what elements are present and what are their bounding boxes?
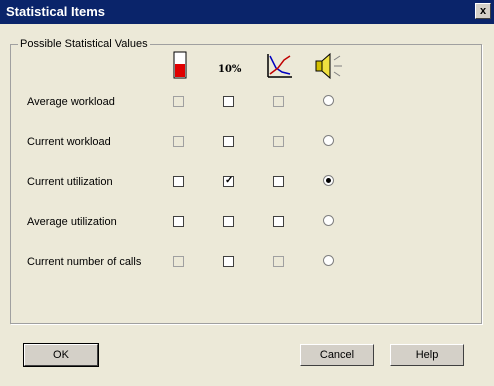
checkbox-percent[interactable] <box>223 96 234 107</box>
speaker-icon <box>312 50 346 82</box>
close-button[interactable]: x <box>475 3 491 19</box>
checkbox-percent[interactable] <box>223 256 234 267</box>
percent-icon: 10% <box>214 50 248 82</box>
checkmark-icon: ✓ <box>225 175 234 186</box>
checkbox-thermometer[interactable] <box>173 176 184 187</box>
help-button[interactable]: Help <box>390 344 464 366</box>
checkbox-thermometer[interactable] <box>173 256 184 267</box>
thermometer-icon <box>162 50 196 82</box>
radio-sound[interactable] <box>323 135 334 146</box>
checkbox-chart[interactable] <box>273 216 284 227</box>
radio-sound[interactable] <box>323 215 334 226</box>
row-label-current-utilization: Current utilization <box>27 176 113 188</box>
percent-label: 10% <box>218 64 242 75</box>
window-title: Statistical Items <box>6 4 105 19</box>
row-label-average-utilization: Average utilization <box>27 216 117 228</box>
ok-button[interactable]: OK <box>23 343 99 367</box>
radio-sound[interactable] <box>323 255 334 266</box>
radio-dot <box>326 178 331 183</box>
checkbox-thermometer[interactable] <box>173 216 184 227</box>
checkbox-percent[interactable]: ✓ <box>223 175 234 187</box>
checkbox-thermometer[interactable] <box>173 136 184 147</box>
checkbox-chart[interactable] <box>273 256 284 267</box>
checkbox-thermometer[interactable] <box>173 96 184 107</box>
title-bar[interactable]: Statistical Items x <box>0 0 494 24</box>
cancel-button[interactable]: Cancel <box>300 344 374 366</box>
group-label: Possible Statistical Values <box>18 38 150 50</box>
radio-sound[interactable] <box>323 95 334 106</box>
chart-icon <box>262 50 296 82</box>
row-label-current-number-of-calls: Current number of calls <box>27 256 142 268</box>
row-label-current-workload: Current workload <box>27 136 111 148</box>
row-label-average-workload: Average workload <box>27 96 115 108</box>
checkbox-percent[interactable] <box>223 216 234 227</box>
statistical-items-dialog: Statistical Items x Possible Statistical… <box>0 0 494 386</box>
checkbox-chart[interactable] <box>273 136 284 147</box>
checkbox-chart[interactable] <box>273 176 284 187</box>
checkbox-percent[interactable] <box>223 136 234 147</box>
radio-sound[interactable] <box>323 175 334 186</box>
checkbox-chart[interactable] <box>273 96 284 107</box>
